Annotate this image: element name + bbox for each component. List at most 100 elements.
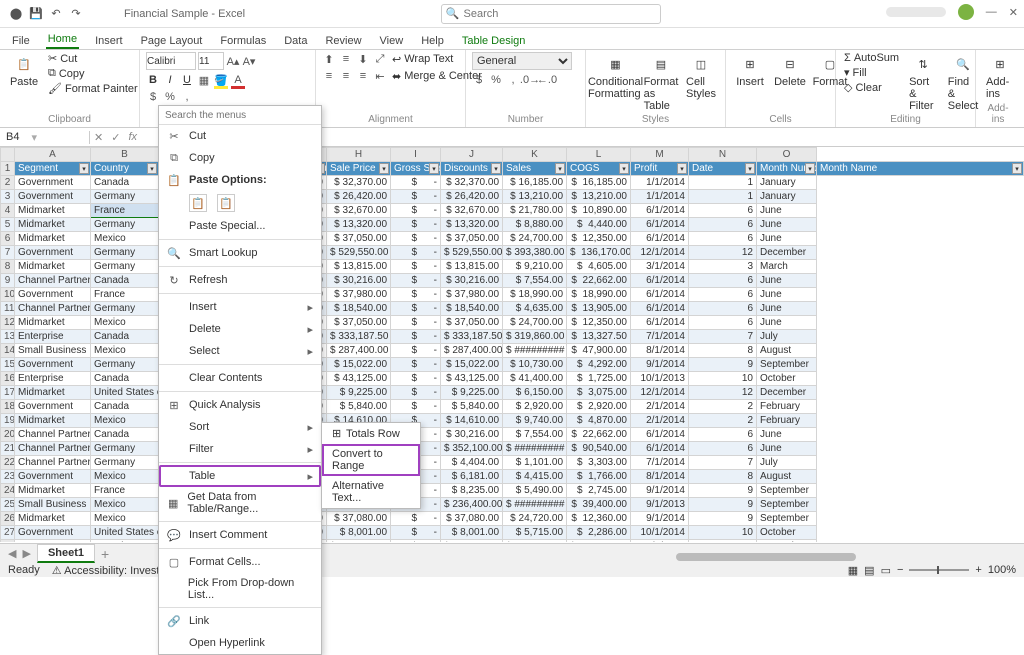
close-icon[interactable]: ✕ xyxy=(1009,6,1018,19)
cell[interactable]: $ 287,400.00 xyxy=(327,344,391,358)
col-header[interactable]: A xyxy=(15,148,91,162)
cell[interactable]: 12/1/2014 xyxy=(631,246,689,260)
table-column-header[interactable]: COGS▾ xyxy=(567,162,631,176)
menu-quick-analysis[interactable]: ⊞Quick Analysis xyxy=(159,394,321,416)
autosum-button[interactable]: ΣAutoSum xyxy=(842,52,901,64)
paste-opt-2[interactable]: 📋 xyxy=(217,194,235,212)
row-header[interactable]: 8 xyxy=(1,260,15,274)
cell[interactable]: $ 30,216.00 xyxy=(441,428,503,442)
font-size-select[interactable] xyxy=(198,52,224,70)
cell[interactable]: August xyxy=(757,470,817,484)
cell[interactable]: $ 1,101.00 xyxy=(503,456,567,470)
table-column-header[interactable]: Country▾ xyxy=(91,162,159,176)
cell[interactable]: $ 1,725.00 xyxy=(567,372,631,386)
align-mid-icon[interactable]: ≡ xyxy=(339,52,353,66)
cell[interactable]: $ 4,404.00 xyxy=(441,456,503,470)
cell[interactable]: March xyxy=(757,260,817,274)
cell-styles-button[interactable]: ◫Cell Styles xyxy=(683,52,719,102)
cell[interactable]: Germany xyxy=(91,218,159,232)
menu-table[interactable]: Table▸ xyxy=(159,465,321,487)
cell[interactable]: $ 7,554.00 xyxy=(503,428,567,442)
cell[interactable]: Government xyxy=(15,400,91,414)
fx-cancel-icon[interactable]: ✕ xyxy=(90,131,107,144)
cell[interactable]: 9 xyxy=(689,512,757,526)
cell[interactable]: $ 4,440.00 xyxy=(567,218,631,232)
cell[interactable]: 1/1/2014 xyxy=(631,176,689,190)
cell[interactable]: $ 5,840.00 xyxy=(327,400,391,414)
cell[interactable]: $ 155,250.00 xyxy=(567,540,631,543)
redo-icon[interactable]: ↷ xyxy=(68,6,84,22)
cell[interactable]: $ 6,181.00 xyxy=(441,470,503,484)
align-bot-icon[interactable]: ⬇ xyxy=(356,52,370,66)
paste-button[interactable]: 📋Paste xyxy=(6,52,42,90)
cell[interactable]: 3 xyxy=(689,260,757,274)
cell[interactable]: 2 xyxy=(689,414,757,428)
row-header[interactable]: 22 xyxy=(1,456,15,470)
cell[interactable]: $ 7,554.00 xyxy=(503,274,567,288)
row-header[interactable]: 28 xyxy=(1,540,15,543)
cell[interactable]: $ 24,700.00 xyxy=(503,232,567,246)
cell[interactable]: Midmarket xyxy=(15,204,91,218)
filter-dropdown-icon[interactable]: ▾ xyxy=(147,163,157,174)
row-header[interactable]: 24 xyxy=(1,484,15,498)
undo-icon[interactable]: ↶ xyxy=(48,6,64,22)
cell[interactable]: 6 xyxy=(689,302,757,316)
table-column-header[interactable]: Sale Price▾ xyxy=(327,162,391,176)
cell[interactable]: $ 39,400.00 xyxy=(567,498,631,512)
cell[interactable]: $ ######### xyxy=(503,442,567,456)
filter-dropdown-icon[interactable]: ▾ xyxy=(619,163,629,174)
cell[interactable]: $ 9,225.00 xyxy=(441,386,503,400)
cell[interactable]: Government xyxy=(15,526,91,540)
filter-dropdown-icon[interactable]: ▾ xyxy=(805,163,815,174)
percent-style-icon[interactable]: % xyxy=(489,73,503,87)
cell[interactable]: January xyxy=(757,176,817,190)
cell[interactable]: $ 4,415.00 xyxy=(503,470,567,484)
fill-color-icon[interactable]: 🪣 xyxy=(214,73,228,87)
cell[interactable]: 6/1/2014 xyxy=(631,442,689,456)
cell[interactable]: $ 47,900.00 xyxy=(567,344,631,358)
table-column-header[interactable]: Month Number▾ xyxy=(757,162,817,176)
cell[interactable]: $ 24,700.00 xyxy=(503,316,567,330)
row-header[interactable]: 18 xyxy=(1,400,15,414)
cell[interactable]: Midmarket xyxy=(15,484,91,498)
cell[interactable]: $ 13,905.00 xyxy=(567,302,631,316)
cell[interactable]: $ 5,840.00 xyxy=(441,400,503,414)
cell[interactable]: $ 37,980.00 xyxy=(327,288,391,302)
cell[interactable]: Germany xyxy=(91,456,159,470)
cell[interactable]: $ - xyxy=(391,526,441,540)
cell[interactable]: $ 37,050.00 xyxy=(327,232,391,246)
cell[interactable]: $ 43,125.00 xyxy=(327,372,391,386)
cell[interactable]: Government xyxy=(15,288,91,302)
cell[interactable]: Government xyxy=(15,540,91,543)
cell[interactable]: $ 319,860.00 xyxy=(503,330,567,344)
cell[interactable]: 10/1/2014 xyxy=(631,526,689,540)
col-header[interactable]: B xyxy=(91,148,159,162)
cell[interactable]: Canada xyxy=(91,400,159,414)
cell[interactable]: Government xyxy=(15,176,91,190)
cell[interactable]: $ 1,766.00 xyxy=(567,470,631,484)
cell[interactable]: 6 xyxy=(689,428,757,442)
view-normal-icon[interactable]: ▦ xyxy=(848,564,858,577)
row-header[interactable]: 10 xyxy=(1,288,15,302)
row-header[interactable]: 19 xyxy=(1,414,15,428)
cell[interactable]: 9 xyxy=(689,484,757,498)
comma-icon[interactable]: , xyxy=(180,90,194,104)
cell[interactable]: France xyxy=(91,484,159,498)
align-left-icon[interactable]: ≡ xyxy=(322,69,336,83)
row-header[interactable]: 26 xyxy=(1,512,15,526)
cell[interactable]: $ 2,920.00 xyxy=(567,400,631,414)
cell[interactable]: Canada xyxy=(91,274,159,288)
cell[interactable]: Germany xyxy=(91,190,159,204)
cell[interactable]: 11 xyxy=(689,540,757,543)
cell[interactable]: $ 15,022.00 xyxy=(441,358,503,372)
cell[interactable]: Midmarket xyxy=(15,512,91,526)
table-column-header[interactable]: Discounts▾ xyxy=(441,162,503,176)
cell[interactable]: $ 37,050.00 xyxy=(327,316,391,330)
cell[interactable]: 1 xyxy=(689,176,757,190)
align-center-icon[interactable]: ≡ xyxy=(339,69,353,83)
menu-clear-contents[interactable]: Clear Contents xyxy=(159,367,321,389)
cell[interactable]: Small Business xyxy=(15,344,91,358)
cell[interactable]: $ 41,400.00 xyxy=(503,372,567,386)
cell[interactable]: 2 xyxy=(689,400,757,414)
cell[interactable]: Germany xyxy=(91,442,159,456)
